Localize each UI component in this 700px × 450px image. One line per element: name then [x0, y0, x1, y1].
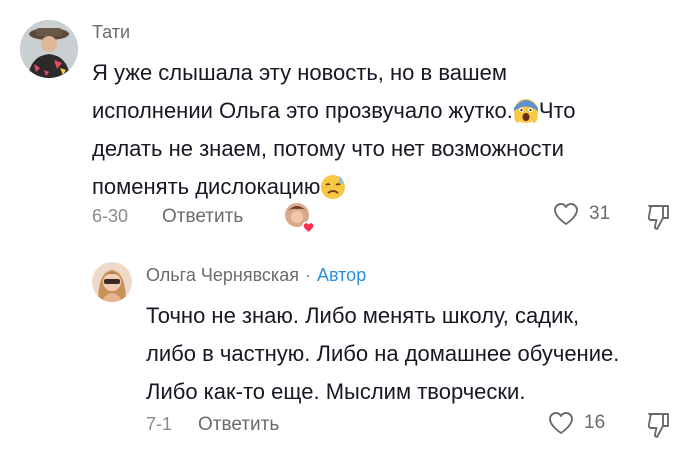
dislike-button[interactable]: [646, 203, 672, 236]
comment-text-line: Либо как-то еще. Мыслим творчески.: [146, 379, 526, 404]
comment-text: Точно не знаю. Либо менять школу, садик,…: [146, 297, 619, 411]
heart-outline-icon: [549, 412, 573, 434]
like-count: 31: [589, 203, 611, 224]
comment-text: Я уже слышала эту новость, но в вашем ис…: [92, 54, 576, 206]
comment-date: 7-1: [146, 414, 173, 434]
comment-text-line: поменять дислокацию: [92, 168, 576, 206]
comment-text-segment: поменять дислокацию: [92, 174, 321, 199]
author-name[interactable]: Ольга Чернявская: [146, 265, 299, 285]
reply-button[interactable]: Ответить: [198, 414, 279, 436]
comment-text-line: исполнении Ольга это прозвучало жутко. Ч…: [92, 92, 576, 130]
comment-text-line: Я уже слышала эту новость, но в вашем: [92, 60, 508, 85]
thumbs-down-outline-icon: [647, 413, 669, 438]
avatar[interactable]: [92, 262, 132, 302]
like-count: 16: [584, 412, 606, 433]
comment-author[interactable]: Тати: [92, 22, 130, 43]
heart-outline-icon: [554, 203, 578, 225]
comment-text-line: делать не знаем, потому что нет возможно…: [92, 136, 564, 161]
comment-text-line: либо в частную. Либо на домашнее обучени…: [146, 341, 620, 366]
dislike-button[interactable]: [646, 411, 672, 444]
comment-text-segment: исполнении Ольга это прозвучало жутко.: [92, 98, 513, 123]
author-role-badge: Автор: [316, 265, 367, 285]
comment-text-line: Точно не знаю. Либо менять школу, садик,: [146, 303, 580, 328]
sad-sweat-face-emoji: [321, 175, 346, 199]
like-button[interactable]: 16: [548, 411, 605, 435]
like-button[interactable]: 31: [553, 202, 610, 226]
avatar-image: [92, 262, 132, 302]
screaming-face-emoji: [513, 99, 538, 124]
thumbs-down-outline-icon: [647, 205, 669, 230]
comment-date: 6-30: [92, 206, 129, 226]
avatar-image: [20, 20, 78, 78]
comment-author[interactable]: Ольга Чернявская · Автор: [146, 265, 366, 286]
comment-text-segment: Что: [538, 98, 576, 123]
avatar[interactable]: [20, 20, 78, 78]
creator-liked-heart-icon: [284, 202, 315, 234]
reply-button[interactable]: Ответить: [162, 206, 243, 228]
author-separator: ·: [304, 265, 311, 285]
comments-panel: Тати Я уже слышала эту новость, но в ваш…: [0, 0, 700, 450]
